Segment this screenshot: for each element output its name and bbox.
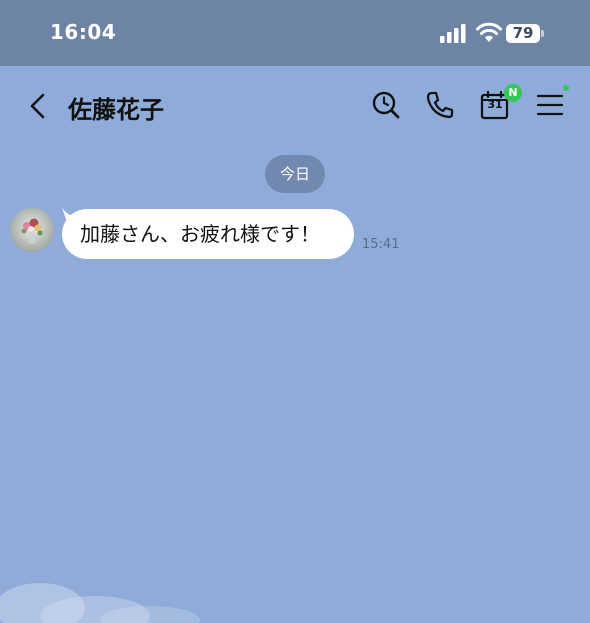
status-bar: 16:04 79 — [0, 0, 590, 66]
battery-icon: 79 — [506, 24, 544, 43]
phone-icon[interactable] — [423, 88, 457, 122]
status-time: 16:04 — [50, 20, 117, 44]
message-bubble[interactable]: 加藤さん、お疲れ様です！ — [62, 209, 354, 259]
flower-avatar-image — [10, 208, 54, 252]
chat-title: 佐藤花子 — [68, 96, 164, 124]
calendar-new-badge: N — [504, 84, 522, 102]
menu-notification-dot — [563, 85, 569, 91]
signal-icon — [440, 24, 466, 43]
message-time: 15:41 — [362, 237, 400, 252]
wifi-icon — [476, 22, 502, 42]
search-icon[interactable] — [369, 88, 403, 122]
menu-icon[interactable] — [533, 88, 567, 122]
cloud-decoration — [0, 583, 200, 623]
date-separator: 今日 — [265, 155, 325, 193]
battery-level: 79 — [512, 24, 534, 42]
back-icon[interactable] — [26, 92, 50, 120]
chat-header: 佐藤花子 31 — [0, 66, 590, 146]
avatar[interactable] — [10, 208, 54, 252]
